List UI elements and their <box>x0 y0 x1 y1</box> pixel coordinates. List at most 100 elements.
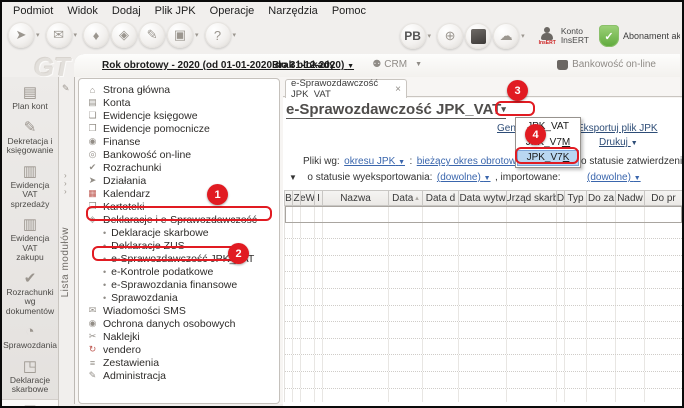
close-icon[interactable]: × <box>395 84 401 95</box>
tab-e-sprawozdawczosc-jpk-vat[interactable]: e-Sprawozdawczość JPK_VAT × <box>285 78 407 100</box>
envelope-icon[interactable]: ✉ <box>45 22 72 48</box>
crm-button[interactable]: ⚉ CRM ▼ <box>372 59 422 70</box>
tree-item-e-sprawozdania-finansowe[interactable]: • e-Sprawozdania finansowe <box>79 278 279 291</box>
filter-okresu-jpk-link[interactable]: okresu JPK ▼ <box>344 156 405 167</box>
tree-item-administracja[interactable]: ✎ Administracja <box>79 369 279 382</box>
module-rozrachunki[interactable]: ✔ Rozrachunki wg dokumentów <box>2 267 58 321</box>
page-title[interactable]: e-Sprawozdawczość JPK_VAT▾ <box>286 101 506 119</box>
pen-icon: ✎ <box>23 118 37 136</box>
column-header-nadw[interactable]: Nadw <box>616 191 645 205</box>
cube-glyph <box>470 28 486 44</box>
menu-item-jpk-v7m[interactable]: JPK_V7 M <box>517 135 579 151</box>
tree-item-ewidencje-ksiegowe[interactable]: ❏ Ewidencje księgowe <box>79 109 279 122</box>
menu-bar: Podmiot Widok Dodaj Plik JPK Operacje Na… <box>2 2 682 19</box>
tree-item-kartoteki[interactable]: ❒ Kartoteki <box>79 200 279 213</box>
module-ewidencja-vat-sprzedazy[interactable]: ▥ Ewidencja VAT sprzedaży <box>2 160 58 214</box>
tree-item-e-sprawozdawczosc-jpk-vat[interactable]: • e-Sprawozdawczość JPK_VAT <box>79 252 279 265</box>
globe-icon[interactable]: ⊕ <box>437 23 464 49</box>
column-header-d[interactable]: D <box>557 191 565 205</box>
menu-narzedzia[interactable]: Narzędzia <box>261 4 325 18</box>
column-header-data-d[interactable]: Data d <box>423 191 459 205</box>
tag-icon[interactable]: ◈ <box>111 22 138 48</box>
column-header-data-wytw[interactable]: Data wytw <box>459 191 507 205</box>
filter-label-status-wyeksportowania: o statusie wyeksportowania: <box>307 172 433 183</box>
menu-item-jpk-v7k[interactable]: JPK_V7 K <box>517 150 579 166</box>
filter-biezacy-okres-link[interactable]: bieżący okres obrotowy ▼ <box>417 156 531 167</box>
column-header-data[interactable]: Data ▴ <box>389 191 423 205</box>
menu-operacje[interactable]: Operacje <box>203 4 262 18</box>
stamp-glyph: ♦ <box>92 27 100 43</box>
module-dekretacja[interactable]: ✎ Dekretacja i księgowanie <box>2 116 58 160</box>
print-link[interactable]: Drukuj ▼ <box>599 137 638 148</box>
column-header-b[interactable]: B <box>285 191 293 205</box>
chevron-down-icon[interactable]: ▾ <box>195 31 199 39</box>
table-row <box>285 338 682 356</box>
tree-item-finanse[interactable]: ◉ Finanse <box>79 135 279 148</box>
module-ewidencja-vat-zakupu[interactable]: ▥ Ewidencja VAT zakupu <box>2 213 58 267</box>
menu-podmiot[interactable]: Podmiot <box>6 4 60 18</box>
cloud-icon[interactable]: ☁ <box>493 23 520 49</box>
chevron-down-icon[interactable]: ▾ <box>74 31 78 39</box>
tree-item-deklaracje-i-e-sprawozdawczosc[interactable]: ◈ Deklaracje i e-Sprawozdawczość <box>79 213 279 226</box>
accounts-icon: ▤ <box>88 97 97 107</box>
module-e-sprawozdawczosc-jpk-vat[interactable]: ✉ e-Sprawozdaw.JPK_VAT <box>2 398 58 406</box>
filter-status-wyeksportowania-link[interactable]: (dowolne) ▼ <box>437 172 491 183</box>
column-header-ew[interactable]: eW <box>301 191 315 205</box>
tree-item-kalendarz[interactable]: ▦ Kalendarz <box>79 187 279 200</box>
help-icon[interactable]: ? <box>204 22 231 48</box>
insert-account-button[interactable]: InsERT Konto InsERT <box>539 27 599 46</box>
tree-item-konta[interactable]: ▤ Konta <box>79 96 279 109</box>
menu-dodaj[interactable]: Dodaj <box>105 4 148 18</box>
table-row <box>285 371 682 389</box>
shield-check-icon: ✓ <box>599 25 619 47</box>
column-header-z[interactable]: Z <box>293 191 301 205</box>
banking-button[interactable]: Bankowość on-line <box>557 59 656 70</box>
menu-widok[interactable]: Widok <box>60 4 105 18</box>
chevrons-icon[interactable]: › › › <box>64 172 67 196</box>
filter-label-importowane: , importowane: <box>495 172 561 183</box>
tree-item-ewidencje-pomocnicze[interactable]: ❐ Ewidencje pomocnicze <box>79 122 279 135</box>
action-icon: ➤ <box>88 175 97 185</box>
tree-item-rozrachunki[interactable]: ✔ Rozrachunki <box>79 161 279 174</box>
column-header-nazwa[interactable]: Nazwa <box>323 191 389 205</box>
pointer-icon[interactable]: ➤ <box>8 22 34 48</box>
column-header-do-pr[interactable]: Do pr <box>645 191 682 205</box>
tree-item-naklejki[interactable]: ✂ Naklejki <box>79 330 279 343</box>
module-plan-kont[interactable]: ▤ Plan kont <box>2 81 58 116</box>
module-sprawozdania[interactable]: ◔ Sprawozdania <box>2 320 58 355</box>
tree-item-vendero[interactable]: ↻ vendero <box>79 343 279 356</box>
column-header-urzad-skarb[interactable]: Urząd skarb <box>507 191 557 205</box>
box-icon[interactable]: ▣ <box>167 22 194 48</box>
cube-icon[interactable] <box>465 23 492 49</box>
menu-plik-jpk[interactable]: Plik JPK <box>148 4 203 18</box>
tree-item-bankowosc-on-line[interactable]: ◎ Bankowość on-line <box>79 148 279 161</box>
tree-item-e-kontrole-podatkowe[interactable]: • e-Kontrole podatkowe <box>79 265 279 278</box>
module-deklaracje-skarbowe[interactable]: ◳ Deklaracje skarbowe <box>2 355 58 399</box>
chevron-down-icon[interactable]: ▾ <box>521 32 525 40</box>
tree-item-zestawienia[interactable]: ≡ Zestawienia <box>79 356 279 369</box>
lock-status-link[interactable]: Brak blokady <box>272 60 335 71</box>
user-button[interactable]: PB <box>399 23 426 49</box>
vendero-icon: ↻ <box>88 344 97 354</box>
tree-item-wiadomosci-sms[interactable]: ✉ Wiadomości SMS <box>79 304 279 317</box>
export-jpk-link[interactable]: Eksportuj plik JPK <box>577 123 658 134</box>
menu-pomoc[interactable]: Pomoc <box>325 4 373 18</box>
tree-item-deklaracje-skarbowe[interactable]: • Deklaracje skarbowe <box>79 226 279 239</box>
tree-item-dzialania[interactable]: ➤ Działania <box>79 174 279 187</box>
column-header-i[interactable]: I <box>315 191 323 205</box>
note-icon[interactable]: ✎ <box>139 22 166 48</box>
column-header-do-za[interactable]: Do za <box>587 191 616 205</box>
menu-item-jpk-vat[interactable]: JPK_VAT <box>517 119 579 135</box>
filter-label-pliki-wg: Pliki wg: <box>303 156 340 167</box>
tree-item-deklaracje-zus[interactable]: • Deklaracje ZUS <box>79 239 279 252</box>
filter-importowane-link[interactable]: (dowolne) ▼ <box>587 172 641 183</box>
chevron-down-icon[interactable]: ▾ <box>428 32 432 40</box>
column-header-typ[interactable]: Typ <box>565 191 587 205</box>
tree-item-ochrona-danych-osobowych[interactable]: ◉ Ochrona danych osobowych <box>79 317 279 330</box>
ledger-icon: ▥ <box>22 162 38 180</box>
tree-item-sprawozdania[interactable]: • Sprawozdania <box>79 291 279 304</box>
tree-item-strona-glowna[interactable]: ⌂ Strona główna <box>79 83 279 96</box>
stamp-icon[interactable]: ♦ <box>83 22 110 48</box>
chevron-down-icon[interactable]: ▾ <box>233 31 237 39</box>
chevron-down-icon[interactable]: ▾ <box>36 31 40 39</box>
